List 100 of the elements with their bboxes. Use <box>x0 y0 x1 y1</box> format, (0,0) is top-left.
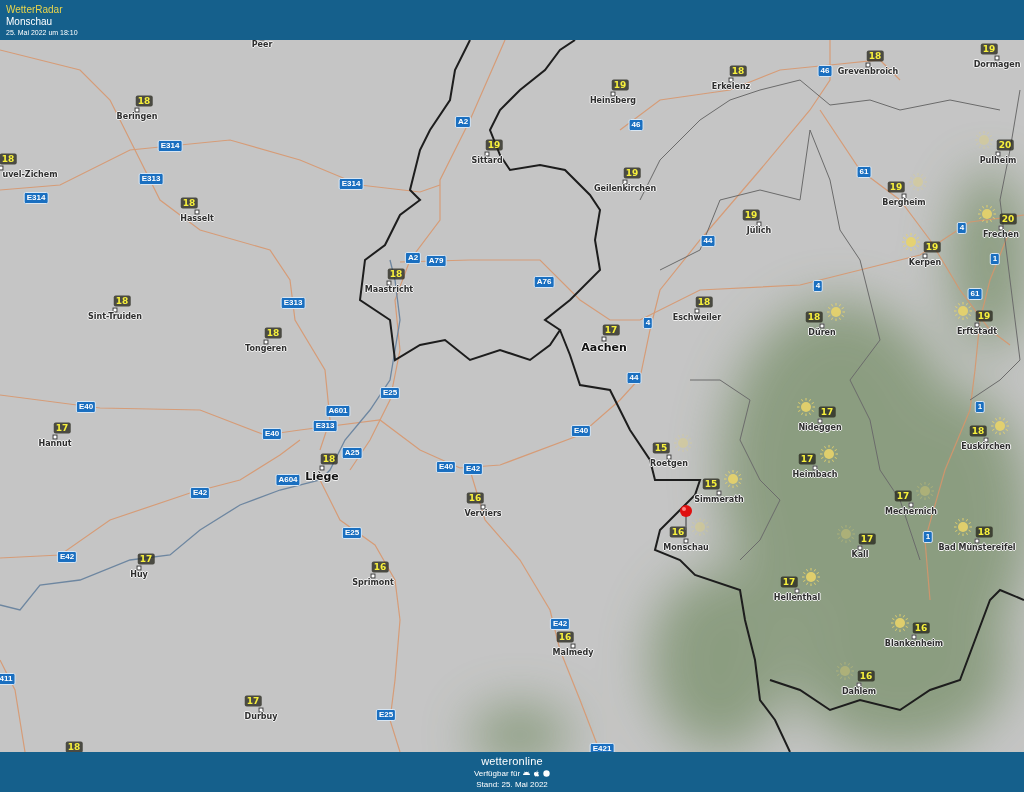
city-name: Geilenkirchen <box>593 185 657 194</box>
road-shield: A2 <box>454 116 472 128</box>
city-marker <box>911 634 917 640</box>
temperature-label: 15 <box>652 442 670 454</box>
city-name: Düren <box>808 329 836 338</box>
city-name: Peer <box>251 41 273 50</box>
road-shield: 1 <box>922 531 934 543</box>
road-shield: E314 <box>338 178 364 190</box>
city-marker <box>865 62 871 68</box>
city-name: Dormagen <box>973 61 1021 70</box>
temperature-label: 17 <box>858 533 876 545</box>
road-shield: 46 <box>628 119 644 131</box>
city-name: Maastricht <box>364 286 414 295</box>
city-marker <box>756 221 762 227</box>
city-name: Frechen <box>983 231 1019 240</box>
app-title: WetterRadar <box>6 3 64 15</box>
road-shield: E42 <box>462 463 484 475</box>
temperature-label: 18 <box>729 65 747 77</box>
city-marker <box>480 504 486 510</box>
city-name: Monschau <box>663 544 709 553</box>
city-name: Erftstadt <box>956 328 998 337</box>
temperature-label: 18 <box>135 95 153 107</box>
road-shield: E25 <box>341 527 363 539</box>
android-icon[interactable] <box>523 770 531 777</box>
road-shield: 4 <box>812 280 824 292</box>
road-shield: E40 <box>570 425 592 437</box>
city-name: Tongeren <box>245 345 287 354</box>
road-shield: 1 <box>989 253 1001 265</box>
city-marker <box>694 308 700 314</box>
city-name: Euskirchen <box>961 443 1011 452</box>
city-marker <box>386 280 392 286</box>
city-name: Beringen <box>116 113 158 122</box>
apple-icon[interactable] <box>533 770 541 777</box>
city-name: Aachen <box>581 342 627 355</box>
road-shield: E40 <box>435 461 457 473</box>
temperature-label: 18 <box>113 295 131 307</box>
app-icon[interactable] <box>543 770 551 777</box>
road-shield: E314 <box>23 192 49 204</box>
city-name: Heinsberg <box>589 97 637 106</box>
city-name: Pulheim <box>979 157 1017 166</box>
road-shield: E313 <box>280 297 306 309</box>
road-shield: A79 <box>425 255 447 267</box>
temperature-label: 20 <box>996 139 1014 151</box>
city-name: Dahlem <box>841 688 877 697</box>
road-shield: 61 <box>967 288 983 300</box>
road-shield: 1 <box>974 401 986 413</box>
city-name: Malmedy <box>552 649 594 658</box>
city-name: Mechernich <box>884 508 938 517</box>
city-marker <box>857 545 863 551</box>
city-name: Eschweiler <box>672 314 722 323</box>
brand-logo: wetteronline <box>481 754 543 768</box>
weather-map[interactable] <box>0 40 1024 752</box>
road-shield: 4 <box>956 222 968 234</box>
temperature-label: 17 <box>780 576 798 588</box>
city-marker <box>52 434 58 440</box>
city-marker <box>134 107 140 113</box>
city-name: Bergheim <box>882 199 926 208</box>
temperature-label: 19 <box>975 310 993 322</box>
city-name: Heimbach <box>792 471 838 480</box>
road-shield: E313 <box>312 420 338 432</box>
road-shield: 44 <box>700 235 716 247</box>
city-marker <box>601 336 607 342</box>
temperature-label: 16 <box>466 492 484 504</box>
road-shield: E25 <box>375 709 397 721</box>
city-name: Durbuy <box>244 713 278 722</box>
temperature-label: 18 <box>320 453 338 465</box>
temperature-label: 18 <box>0 153 17 165</box>
temperature-label: 16 <box>556 631 574 643</box>
city-marker <box>484 151 490 157</box>
city-marker <box>998 225 1004 231</box>
temperature-label: 19 <box>742 209 760 221</box>
city-marker <box>908 502 914 508</box>
city-marker <box>370 573 376 579</box>
city-name: Hannut <box>38 440 72 449</box>
road-shield: 411 <box>0 673 16 685</box>
temperature-label: 18 <box>387 268 405 280</box>
availability-text: Verfügbar für <box>473 768 521 779</box>
city-name: Sprimont <box>352 579 394 588</box>
road-shield: A604 <box>275 474 301 486</box>
temperature-label: 15 <box>702 478 720 490</box>
temperature-label: 19 <box>623 167 641 179</box>
city-marker <box>856 682 862 688</box>
road-shield: E42 <box>549 618 571 630</box>
road-shield: A25 <box>341 447 363 459</box>
road-shield: E25 <box>379 387 401 399</box>
city-name: Kerpen <box>908 259 942 268</box>
city-name: Jülich <box>746 227 772 236</box>
temperature-label: 17 <box>244 695 262 707</box>
city-marker <box>0 165 4 171</box>
temperature-label: 18 <box>866 50 884 62</box>
location-name: Monschau <box>6 15 54 27</box>
city-name: Simmerath <box>694 496 744 505</box>
city-name: Sittard <box>471 157 503 166</box>
city-name: Sint-Truiden <box>88 313 142 322</box>
road-shield: E40 <box>261 428 283 440</box>
city-marker <box>263 339 269 345</box>
city-marker <box>812 465 818 471</box>
temperature-label: 18 <box>969 425 987 437</box>
temperature-label: 17 <box>798 453 816 465</box>
city-name: Liège <box>305 471 339 484</box>
